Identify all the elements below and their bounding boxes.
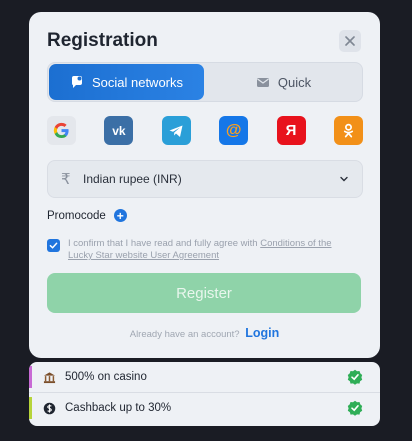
login-prompt: Already have an account?: [129, 329, 240, 340]
login-link[interactable]: Login: [245, 326, 279, 340]
bonus-label: 500% on casino: [65, 371, 147, 383]
tab-label: Social networks: [91, 74, 184, 90]
agreement-text: I confirm that I have read and fully agr…: [68, 238, 357, 262]
odnoklassniki-icon: [343, 123, 354, 138]
agree-checkbox[interactable]: [47, 239, 60, 252]
yandex-icon: Я: [285, 122, 297, 139]
bonus-item[interactable]: 500% on casino: [29, 362, 380, 392]
telegram-icon: [169, 125, 183, 137]
envelope-icon: [256, 78, 269, 87]
check-badge-icon: [347, 369, 363, 385]
telegram-login-button[interactable]: [161, 116, 191, 145]
promocode-label: Promocode: [47, 209, 106, 222]
currency-value: Indian rupee (INR): [83, 172, 182, 186]
casino-icon: [43, 371, 56, 384]
checkmark-icon: [49, 242, 58, 249]
chevron-down-icon: [340, 176, 348, 182]
agreement-statement: I confirm that I have read and fully agr…: [68, 238, 261, 249]
yandex-login-button[interactable]: Я: [276, 116, 306, 145]
check-badge-icon: [347, 400, 363, 416]
close-icon: [345, 36, 355, 46]
registration-tabs: Social networks Quick: [47, 62, 363, 102]
google-icon: [53, 122, 69, 139]
cashback-icon: [43, 402, 56, 415]
currency-select[interactable]: ₹ Indian rupee (INR): [47, 160, 363, 198]
mail-login-button[interactable]: @: [219, 116, 249, 145]
social-login-row: vk @ Я: [47, 116, 363, 146]
bonus-panel: 500% on casino Cashback up to 30%: [29, 362, 380, 426]
plus-icon[interactable]: +: [113, 209, 127, 222]
tab-label: Quick: [277, 74, 312, 90]
tab-social-networks[interactable]: Social networks: [49, 64, 204, 100]
bonus-accent-bar: [29, 366, 32, 388]
registration-modal: Registration Social networks Quick vk @ …: [29, 12, 380, 358]
bonus-label: Cashback up to 30%: [65, 402, 172, 414]
rupee-icon: ₹: [61, 171, 71, 188]
google-login-button[interactable]: [47, 116, 76, 145]
bonus-item[interactable]: Cashback up to 30%: [29, 392, 380, 423]
vk-login-button[interactable]: vk: [104, 116, 134, 145]
login-row: Already have an account? Login: [29, 326, 380, 340]
chat-bubble-icon: [71, 76, 82, 88]
close-button[interactable]: [339, 30, 361, 52]
mail-icon: @: [225, 121, 242, 139]
agreement-row: I confirm that I have read and fully agr…: [47, 238, 357, 262]
bonus-accent-bar: [29, 397, 32, 419]
vk-icon: vk: [112, 123, 126, 138]
odnoklassniki-login-button[interactable]: [333, 116, 363, 145]
modal-title: Registration: [47, 30, 158, 51]
promocode-toggle[interactable]: Promocode +: [47, 209, 127, 222]
tab-quick[interactable]: Quick: [206, 64, 361, 100]
register-button[interactable]: Register: [47, 273, 361, 313]
